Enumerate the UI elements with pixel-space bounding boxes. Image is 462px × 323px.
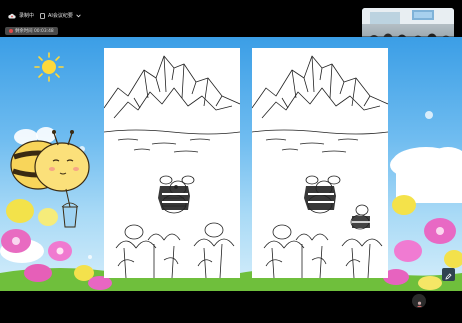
meeting-title: AI会议纪要	[48, 13, 73, 19]
document-icon	[40, 12, 45, 19]
camera-button[interactable]	[412, 294, 426, 308]
coloring-page-right	[252, 48, 388, 278]
remaining-time-badge: 剩余时间 00:03:48	[5, 27, 58, 35]
meeting-title-menu[interactable]: AI会议纪要	[40, 12, 81, 19]
recording-label: 录制中	[19, 13, 35, 19]
meeting-bottom-bar	[0, 291, 462, 323]
presentation-slide	[0, 37, 462, 291]
coloring-line-art-right	[252, 55, 388, 278]
recording-status[interactable]: 录制中	[8, 12, 34, 19]
cloud-record-icon	[8, 13, 16, 19]
pen-icon	[445, 265, 452, 284]
chevron-down-icon	[76, 14, 81, 18]
coloring-page-left	[104, 48, 240, 278]
sun-illustration	[34, 52, 64, 82]
annotate-button[interactable]	[442, 268, 455, 281]
camera-icon	[416, 292, 423, 311]
coloring-line-art-left	[104, 55, 240, 278]
record-dot-icon	[9, 29, 13, 33]
timer-label: 剩余时间 00:03:48	[15, 29, 54, 34]
